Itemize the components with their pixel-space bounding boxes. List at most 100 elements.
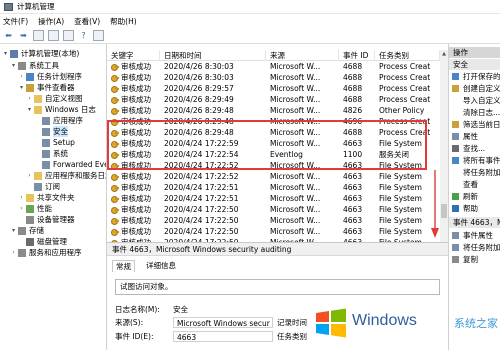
expand-arrow-icon[interactable]: ▾ <box>10 225 17 236</box>
expand-arrow-icon[interactable]: › <box>18 203 25 214</box>
tree-item[interactable]: 设备管理器 <box>18 214 75 225</box>
table-row[interactable]: 审核成功 2020/4/24 17:22:50 Microsoft W... 4663… <box>107 226 440 237</box>
cell-task-category: Process Creat <box>379 62 431 71</box>
tree-item[interactable]: Forwarded Eve <box>34 159 106 170</box>
expand-arrow-icon[interactable]: ▾ <box>26 104 33 115</box>
action-label: 导入自定义 <box>463 96 500 105</box>
expand-arrow-icon[interactable]: › <box>26 93 33 104</box>
table-row[interactable]: 审核成功 2020/4/24 17:22:50 Microsoft W... 4663… <box>107 215 440 226</box>
table-row[interactable]: 审核成功 2020/4/24 17:22:51 Microsoft W... 4663… <box>107 193 440 204</box>
action-item[interactable]: 复制 <box>449 254 500 265</box>
action-item[interactable]: 属性 <box>449 131 500 142</box>
action-item[interactable]: 导入自定义 <box>449 95 500 106</box>
menu-bar: 文件(F) 操作(A) 查看(V) 帮助(H) <box>0 14 500 28</box>
tree-item[interactable]: 应用程序 <box>34 115 83 126</box>
table-row[interactable]: 审核成功 2020/4/24 17:22:50 Microsoft W... 4663… <box>107 204 440 215</box>
tree-item-label: 应用程序和服务日志 <box>45 171 107 180</box>
tree-item[interactable]: ▾ 存储 <box>10 225 44 236</box>
tree-item[interactable]: › 自定义视图 <box>26 93 82 104</box>
cell-task-category: Process Creat <box>379 73 431 82</box>
actions-section-event[interactable]: 事件 4663，M <box>449 217 500 228</box>
action-label: 将任务附加 <box>463 168 500 177</box>
cell-event-id: 4663 <box>343 227 363 236</box>
key-icon <box>111 107 119 115</box>
key-icon <box>111 63 119 71</box>
tab-general[interactable]: 常规 <box>112 260 135 272</box>
tree-item[interactable]: › 性能 <box>18 203 52 214</box>
forward-arrow-icon[interactable]: ➡ <box>18 30 29 41</box>
scroll-up-icon[interactable]: ▲ <box>440 50 448 58</box>
tree-item[interactable]: ▾ 系统工具 <box>10 60 59 71</box>
action-item[interactable]: 打开保存的 <box>449 71 500 82</box>
tree-item[interactable]: › 任务计划程序 <box>18 71 82 82</box>
table-row[interactable]: 审核成功 2020/4/26 8:29:48 Microsoft W... 4826 O… <box>107 105 440 116</box>
cell-source: Microsoft W... <box>270 183 321 192</box>
help-icon[interactable]: ? <box>78 30 89 41</box>
tree-item[interactable]: 磁盘管理 <box>18 236 67 247</box>
actions-section-security[interactable]: 安全 <box>449 59 500 70</box>
table-row[interactable]: 审核成功 2020/4/26 8:30:03 Microsoft W... 4688 P… <box>107 72 440 83</box>
keyword-text: 审核成功 <box>121 84 151 93</box>
expand-arrow-icon[interactable]: › <box>26 170 33 181</box>
tree-item[interactable]: ▾ Windows 日志 <box>26 104 96 115</box>
expand-arrow-icon[interactable]: › <box>10 247 17 258</box>
up-folder-icon[interactable] <box>33 30 44 41</box>
action-label: 创建自定义 <box>463 84 500 93</box>
menu-help[interactable]: 帮助(H) <box>110 16 137 27</box>
cell-datetime: 2020/4/24 17:22:52 <box>164 172 239 181</box>
action-item[interactable]: 查找... <box>449 143 500 154</box>
action-item[interactable]: 清除日志... <box>449 107 500 118</box>
cell-keyword: 审核成功 <box>107 83 160 94</box>
source-value: Microsoft Windows secur <box>173 317 273 328</box>
tree-item[interactable]: Setup <box>34 137 75 148</box>
tab-details[interactable]: 详细信息 <box>143 260 179 272</box>
log-icon <box>42 149 50 158</box>
menu-action[interactable]: 操作(A) <box>38 16 64 27</box>
table-row[interactable]: 审核成功 2020/4/24 17:22:52 Microsoft W... 4663… <box>107 171 440 182</box>
table-row[interactable]: 审核成功 2020/4/26 8:29:57 Microsoft W... 4688 P… <box>107 83 440 94</box>
expand-arrow-icon[interactable]: ▾ <box>10 60 17 71</box>
action-spacer <box>452 109 459 116</box>
menu-file[interactable]: 文件(F) <box>3 16 28 27</box>
tree-item[interactable]: 订阅 <box>26 181 60 192</box>
table-row[interactable]: 审核成功 2020/4/26 8:29:49 Microsoft W... 4688 P… <box>107 94 440 105</box>
action-item[interactable]: 事件属性 <box>449 230 500 241</box>
tree-item[interactable]: ▾ 计算机管理(本地) <box>2 48 79 59</box>
tree-item[interactable]: › 共享文件夹 <box>18 192 74 203</box>
expand-arrow-icon[interactable]: › <box>18 71 25 82</box>
cell-datetime: 2020/4/26 8:29:49 <box>164 95 234 104</box>
properties-icon[interactable] <box>63 30 74 41</box>
tree-item[interactable]: › 应用程序和服务日志 <box>26 170 107 181</box>
menu-view[interactable]: 查看(V) <box>74 16 100 27</box>
view-icon[interactable] <box>93 30 104 41</box>
tree-item[interactable]: › 服务和应用程序 <box>10 247 81 258</box>
action-label: 事件属性 <box>463 231 493 240</box>
tree-item[interactable]: ▾ 事件查看器 <box>18 82 75 93</box>
col-source[interactable]: 来源 <box>266 50 339 61</box>
scroll-thumb[interactable] <box>441 204 447 218</box>
keyword-text: 审核成功 <box>121 183 151 192</box>
table-row[interactable]: 审核成功 2020/4/26 8:30:03 Microsoft W... 4688 P… <box>107 61 440 72</box>
action-item[interactable]: 查看 <box>449 179 500 190</box>
col-task-category[interactable]: 任务类别 <box>375 50 440 61</box>
col-keyword[interactable]: 关键字 <box>107 50 160 61</box>
tree-item[interactable]: 系统 <box>34 148 68 159</box>
action-item[interactable]: 将所有事件 <box>449 155 500 166</box>
action-label: 筛选当前日 <box>463 120 500 129</box>
action-item[interactable]: 刷新 <box>449 191 500 202</box>
tree-item[interactable]: 安全 <box>34 126 68 137</box>
col-datetime[interactable]: 日期和时间 <box>160 50 266 61</box>
action-item[interactable]: 将任务附加 <box>449 167 500 178</box>
table-row[interactable]: 审核成功 2020/4/24 17:22:51 Microsoft W... 4663… <box>107 182 440 193</box>
action-item[interactable]: 创建自定义 <box>449 83 500 94</box>
action-label: 将任务附加 <box>463 243 500 252</box>
expand-arrow-icon[interactable]: ▾ <box>18 82 25 93</box>
col-event-id[interactable]: 事件 ID <box>339 50 375 61</box>
action-item[interactable]: 帮助 <box>449 203 500 214</box>
back-arrow-icon[interactable]: ⬅ <box>3 30 14 41</box>
action-item[interactable]: 将任务附加 <box>449 242 500 253</box>
expand-arrow-icon[interactable]: ▾ <box>2 48 9 59</box>
show-hide-tree-icon[interactable] <box>48 30 59 41</box>
expand-arrow-icon[interactable]: › <box>18 192 25 203</box>
action-item[interactable]: 筛选当前日 <box>449 119 500 130</box>
